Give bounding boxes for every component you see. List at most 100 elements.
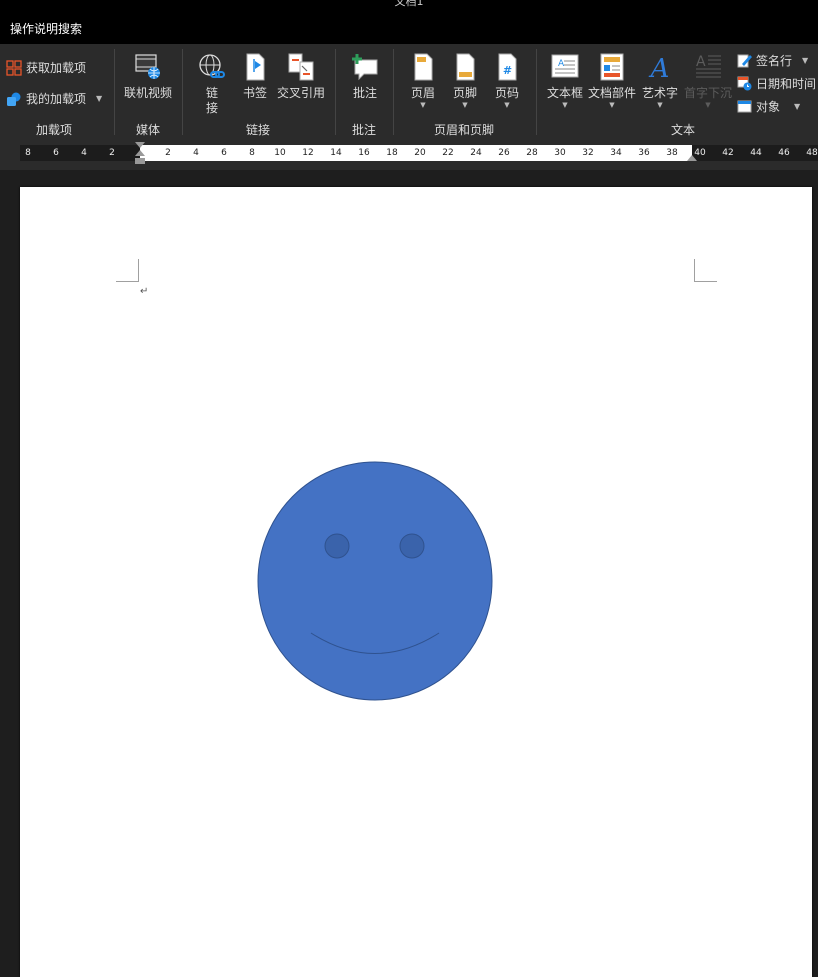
chevron-down-icon: ▼ [420, 101, 426, 109]
my-addins-label: 我的加载项 [26, 92, 87, 106]
quick-parts-button[interactable]: 文档部件 ▼ [588, 52, 636, 109]
chevron-down-icon: ▼ [657, 101, 663, 109]
get-addins-label: 获取加载项 [26, 61, 87, 75]
wordart-label: 艺术字 [641, 86, 678, 100]
header-label: 页眉 [410, 86, 435, 100]
drop-cap-icon: A [696, 54, 721, 78]
link-button[interactable]: 链 接 [193, 52, 231, 116]
bookmark-label: 书签 [242, 86, 267, 100]
smiley-right-eye [399, 533, 425, 559]
chevron-down-icon: ▼ [562, 101, 568, 109]
chevron-down-icon: ▼ [609, 101, 615, 109]
ruler-tick-label: 36 [638, 148, 650, 158]
ruler-tick-label: 38 [666, 148, 678, 158]
cross-reference-button[interactable]: 交叉引用 [275, 52, 327, 101]
ruler-tick-label: 24 [470, 148, 482, 158]
indent-marker-icon[interactable] [134, 142, 146, 168]
margin-corner-top-right [694, 259, 717, 282]
ruler-tick-label: 42 [722, 148, 734, 158]
page-number-label: 页码 [494, 86, 519, 100]
ribbon-insert: 获取加载项 我的加载项 ▼ 加载项 联机视频 媒体 链 接 书签 交叉引用 链接… [0, 44, 818, 140]
cross-reference-icon [288, 53, 314, 81]
my-addins-icon [7, 92, 21, 106]
footer-icon [456, 53, 475, 81]
ruler-tick-label: 10 [274, 148, 286, 158]
group-label-comments: 批注 [352, 123, 377, 137]
smiley-left-eye [324, 533, 350, 559]
ruler-tick-label: 2 [109, 148, 115, 158]
signature-pen-icon [737, 54, 752, 68]
wordart-icon: A [649, 54, 670, 82]
object-button[interactable]: 对象 ▼ [737, 98, 800, 115]
ruler-tick-label: 28 [526, 148, 538, 158]
link-label-bottom: 接 [205, 101, 218, 115]
header-icon [414, 53, 433, 81]
page-number-button[interactable]: # 页码 ▼ [489, 52, 525, 109]
date-time-button[interactable]: 日期和时间 [737, 75, 816, 92]
svg-text:A: A [558, 59, 565, 69]
get-addins-button[interactable]: 获取加载项 [6, 59, 86, 76]
ruler-left-margin [20, 145, 140, 161]
paragraph-mark: ↵ [140, 286, 149, 297]
ruler-tick-label: 14 [330, 148, 342, 158]
tell-me-search[interactable]: 操作说明搜索 [10, 20, 82, 37]
new-comment-button[interactable]: 批注 [346, 52, 384, 101]
ruler-tick-label: 20 [414, 148, 426, 158]
chevron-down-icon: ▼ [705, 101, 711, 109]
drop-cap-label: 首字下沉 [684, 86, 733, 100]
header-button[interactable]: 页眉 ▼ [405, 52, 441, 109]
text-box-icon: A [551, 54, 579, 78]
ruler-tick-label: 6 [221, 148, 227, 158]
ruler-tick-label: 2 [165, 148, 171, 158]
ruler-tick-label: 18 [386, 148, 398, 158]
horizontal-ruler[interactable]: 8 6 4 2 2 4 6 8 10 12 14 16 18 20 22 24 26 28 30 32 34 36 38 40… [20, 142, 818, 164]
group-separator [393, 49, 394, 135]
text-box-button[interactable]: A 文本框 ▼ [545, 52, 585, 109]
group-label-media: 媒体 [136, 123, 161, 137]
object-window-icon [737, 100, 752, 113]
group-label-addins: 加载项 [36, 123, 73, 137]
group-separator [536, 49, 537, 135]
svg-text:#: # [503, 64, 512, 77]
wordart-button[interactable]: A 艺术字 ▼ [640, 52, 680, 109]
chevron-down-icon: ▼ [96, 94, 103, 103]
document-area[interactable]: ↵ [0, 170, 818, 977]
ruler-tick-label: 4 [193, 148, 199, 158]
group-separator [182, 49, 183, 135]
signature-line-label: 签名行 [756, 54, 793, 68]
group-separator [114, 49, 115, 135]
online-video-label: 联机视频 [123, 86, 172, 100]
chevron-down-icon: ▼ [462, 101, 468, 109]
ruler-tick-label: 12 [302, 148, 314, 158]
smiley-face-shape[interactable] [256, 460, 494, 702]
calendar-clock-icon [737, 76, 752, 91]
group-label-header-footer: 页眉和页脚 [434, 123, 495, 137]
margin-corner-top-left [116, 259, 139, 282]
right-indent-marker-icon[interactable] [687, 153, 697, 163]
chevron-down-icon: ▼ [794, 102, 801, 111]
chevron-down-icon: ▼ [802, 56, 809, 65]
my-addins-button[interactable]: 我的加载项 ▼ [6, 90, 102, 107]
ruler-tick-label: 4 [81, 148, 87, 158]
ruler-tick-label: 44 [750, 148, 762, 158]
ruler-tick-label: 8 [25, 148, 31, 158]
ruler-bar: 8 6 4 2 2 4 6 8 10 12 14 16 18 20 22 24 26 28 30 32 34 36 38 40… [0, 140, 818, 170]
document-page[interactable]: ↵ [20, 187, 812, 977]
page-number-icon: # [498, 53, 517, 81]
cross-reference-label: 交叉引用 [276, 86, 325, 100]
bookmark-button[interactable]: 书签 [238, 52, 272, 101]
drop-cap-button[interactable]: A 首字下沉 ▼ [684, 52, 732, 109]
ruler-tick-label: 46 [778, 148, 790, 158]
quick-parts-label: 文档部件 [588, 86, 637, 100]
group-separator [335, 49, 336, 135]
footer-label: 页脚 [452, 86, 477, 100]
footer-button[interactable]: 页脚 ▼ [447, 52, 483, 109]
object-label: 对象 [756, 100, 781, 114]
online-video-button[interactable]: 联机视频 [120, 52, 176, 101]
title-bar: 文档1 操作说明搜索 [0, 0, 818, 44]
signature-line-button[interactable]: 签名行 ▼ [737, 52, 808, 69]
new-comment-label: 批注 [352, 86, 377, 100]
ruler-tick-label: 32 [582, 148, 594, 158]
globe-link-icon [199, 54, 225, 78]
quick-parts-icon [600, 53, 624, 81]
